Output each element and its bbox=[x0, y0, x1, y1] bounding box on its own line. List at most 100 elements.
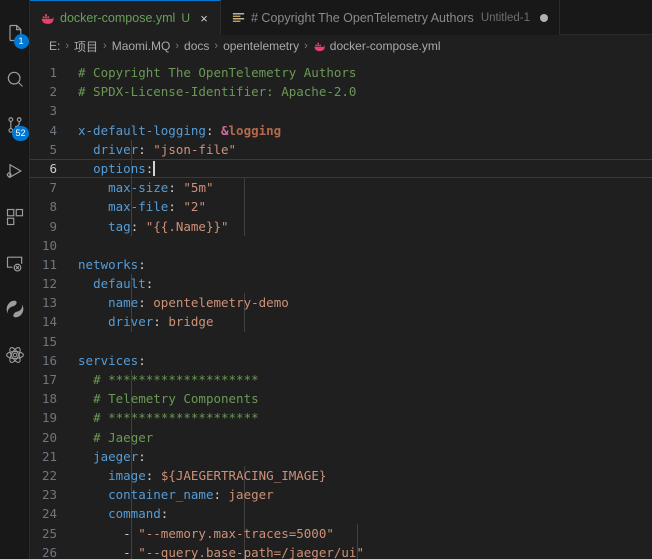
code-line[interactable]: 8 max-file: "2" bbox=[30, 197, 652, 216]
breadcrumb-item-file[interactable]: docker-compose.yml bbox=[313, 39, 441, 53]
line-number: 11 bbox=[30, 255, 78, 274]
line-number: 26 bbox=[30, 543, 78, 559]
activity-item-explorer[interactable]: 1 bbox=[0, 10, 30, 56]
code-line[interactable]: 7 max-size: "5m" bbox=[30, 178, 652, 197]
code-line[interactable]: 4x-default-logging: &logging bbox=[30, 121, 652, 140]
code-line[interactable]: 19 # ******************** bbox=[30, 408, 652, 427]
editor-tab-bar: docker-compose.yml U × # Copyright The O… bbox=[30, 0, 652, 35]
code-line-text: jaeger: bbox=[78, 447, 146, 466]
editor-tab-untitled-1[interactable]: # Copyright The OpenTelemetry Authors Un… bbox=[221, 0, 560, 35]
code-line[interactable]: 17 # ******************** bbox=[30, 370, 652, 389]
breadcrumb-item-drive[interactable]: E: bbox=[49, 39, 60, 53]
token-anchor: logging bbox=[229, 123, 282, 138]
activity-item-run-and-debug[interactable] bbox=[0, 148, 30, 194]
code-line[interactable]: 5 driver: "json-file" bbox=[30, 140, 652, 159]
code-line[interactable]: 21 jaeger: bbox=[30, 447, 652, 466]
code-line[interactable]: 16services: bbox=[30, 351, 652, 370]
token-key: options bbox=[93, 161, 146, 176]
line-number: 10 bbox=[30, 236, 78, 255]
explorer-badge: 1 bbox=[14, 34, 29, 49]
code-line[interactable]: 10 bbox=[30, 236, 652, 255]
code-line[interactable]: 9 tag: "{{.Name}}" bbox=[30, 217, 652, 236]
line-number: 12 bbox=[30, 274, 78, 293]
remote-explorer-icon bbox=[5, 253, 25, 273]
text-file-icon bbox=[231, 10, 246, 25]
token-plain: bridge bbox=[168, 314, 213, 329]
code-line[interactable]: 26 - "--query.base-path=/jaeger/ui" bbox=[30, 543, 652, 559]
breadcrumb-item-project[interactable]: 项目 bbox=[74, 38, 98, 55]
code-line-text: driver: "json-file" bbox=[78, 140, 236, 159]
editor-tab-description: Untitled-1 bbox=[481, 12, 530, 24]
tab-bar-filler bbox=[560, 0, 652, 34]
line-number: 1 bbox=[30, 63, 78, 82]
code-line[interactable]: 23 container_name: jaeger bbox=[30, 485, 652, 504]
token-plainws bbox=[78, 142, 93, 157]
editor-tab-dirty-indicator[interactable] bbox=[540, 14, 548, 22]
activity-bar: 1 52 bbox=[0, 0, 30, 559]
editor-tab-close-icon[interactable]: × bbox=[196, 10, 212, 26]
code-line[interactable]: 14 driver: bridge bbox=[30, 312, 652, 331]
code-line[interactable]: 15 bbox=[30, 332, 652, 351]
token-plain: jaeger bbox=[229, 487, 274, 502]
activity-item-docker[interactable] bbox=[0, 286, 30, 332]
activity-item-search[interactable] bbox=[0, 56, 30, 102]
token-punc: : bbox=[206, 123, 221, 138]
code-line[interactable]: 2# SPDX-License-Identifier: Apache-2.0 bbox=[30, 82, 652, 101]
token-key: services bbox=[78, 353, 138, 368]
token-comment: # ******************** bbox=[93, 372, 259, 387]
code-line[interactable]: 6 options: bbox=[30, 159, 652, 178]
editor-tab-label: docker-compose.yml bbox=[60, 11, 175, 25]
line-number: 18 bbox=[30, 389, 78, 408]
activity-item-source-control[interactable]: 52 bbox=[0, 102, 30, 148]
docker-whale-icon bbox=[313, 40, 326, 53]
breadcrumb-separator: › bbox=[170, 40, 184, 52]
activity-item-react-devtools[interactable] bbox=[0, 332, 30, 378]
token-string: "{{.Name}}" bbox=[146, 219, 229, 234]
token-punc: : bbox=[168, 199, 183, 214]
code-line[interactable]: 3 bbox=[30, 101, 652, 120]
breadcrumb-item-maomi-mq[interactable]: Maomi.MQ bbox=[112, 39, 171, 53]
editor-tab-docker-compose[interactable]: docker-compose.yml U × bbox=[30, 0, 221, 35]
breadcrumb-separator: › bbox=[299, 40, 313, 52]
code-line[interactable]: 11networks: bbox=[30, 255, 652, 274]
vscode-window: 1 52 bbox=[0, 0, 652, 559]
token-punc: : bbox=[146, 161, 154, 176]
token-key: command bbox=[108, 506, 161, 521]
atom-icon bbox=[5, 345, 25, 365]
line-number: 17 bbox=[30, 370, 78, 389]
code-line[interactable]: 22 image: ${JAEGERTRACING_IMAGE} bbox=[30, 466, 652, 485]
line-number: 3 bbox=[30, 101, 78, 120]
token-plainws bbox=[78, 468, 108, 483]
code-line[interactable]: 20 # Jaeger bbox=[30, 428, 652, 447]
line-number: 24 bbox=[30, 504, 78, 523]
code-line-text: driver: bridge bbox=[78, 312, 213, 331]
line-number: 16 bbox=[30, 351, 78, 370]
code-line-text: # SPDX-License-Identifier: Apache-2.0 bbox=[78, 82, 356, 101]
code-line-text: - "--memory.max-traces=5000" bbox=[78, 524, 334, 543]
code-line-text: # Telemetry Components bbox=[78, 389, 259, 408]
breadcrumb-item-docs[interactable]: docs bbox=[184, 39, 209, 53]
token-dash: - bbox=[123, 526, 138, 541]
code-line[interactable]: 12 default: bbox=[30, 274, 652, 293]
text-cursor bbox=[153, 161, 155, 176]
code-line[interactable]: 24 command: bbox=[30, 504, 652, 523]
code-line-text: # Jaeger bbox=[78, 428, 153, 447]
activity-item-remote-explorer[interactable] bbox=[0, 240, 30, 286]
token-key: max-file bbox=[108, 199, 168, 214]
token-key: driver bbox=[108, 314, 153, 329]
code-line[interactable]: 13 name: opentelemetry-demo bbox=[30, 293, 652, 312]
code-line-text: default: bbox=[78, 274, 153, 293]
code-editor[interactable]: 1# Copyright The OpenTelemetry Authors2#… bbox=[30, 57, 652, 559]
line-number: 15 bbox=[30, 332, 78, 351]
code-lines[interactable]: 1# Copyright The OpenTelemetry Authors2#… bbox=[30, 57, 652, 559]
breadcrumb-separator: › bbox=[209, 40, 223, 52]
token-string: "json-file" bbox=[153, 142, 236, 157]
code-line[interactable]: 1# Copyright The OpenTelemetry Authors bbox=[30, 63, 652, 82]
line-number: 4 bbox=[30, 121, 78, 140]
code-line-text: x-default-logging: &logging bbox=[78, 121, 281, 140]
code-line[interactable]: 25 - "--memory.max-traces=5000" bbox=[30, 524, 652, 543]
code-line[interactable]: 18 # Telemetry Components bbox=[30, 389, 652, 408]
breadcrumb-item-opentelemetry[interactable]: opentelemetry bbox=[223, 39, 299, 53]
editor-tab-label: # Copyright The OpenTelemetry Authors bbox=[251, 11, 474, 25]
activity-item-extensions[interactable] bbox=[0, 194, 30, 240]
